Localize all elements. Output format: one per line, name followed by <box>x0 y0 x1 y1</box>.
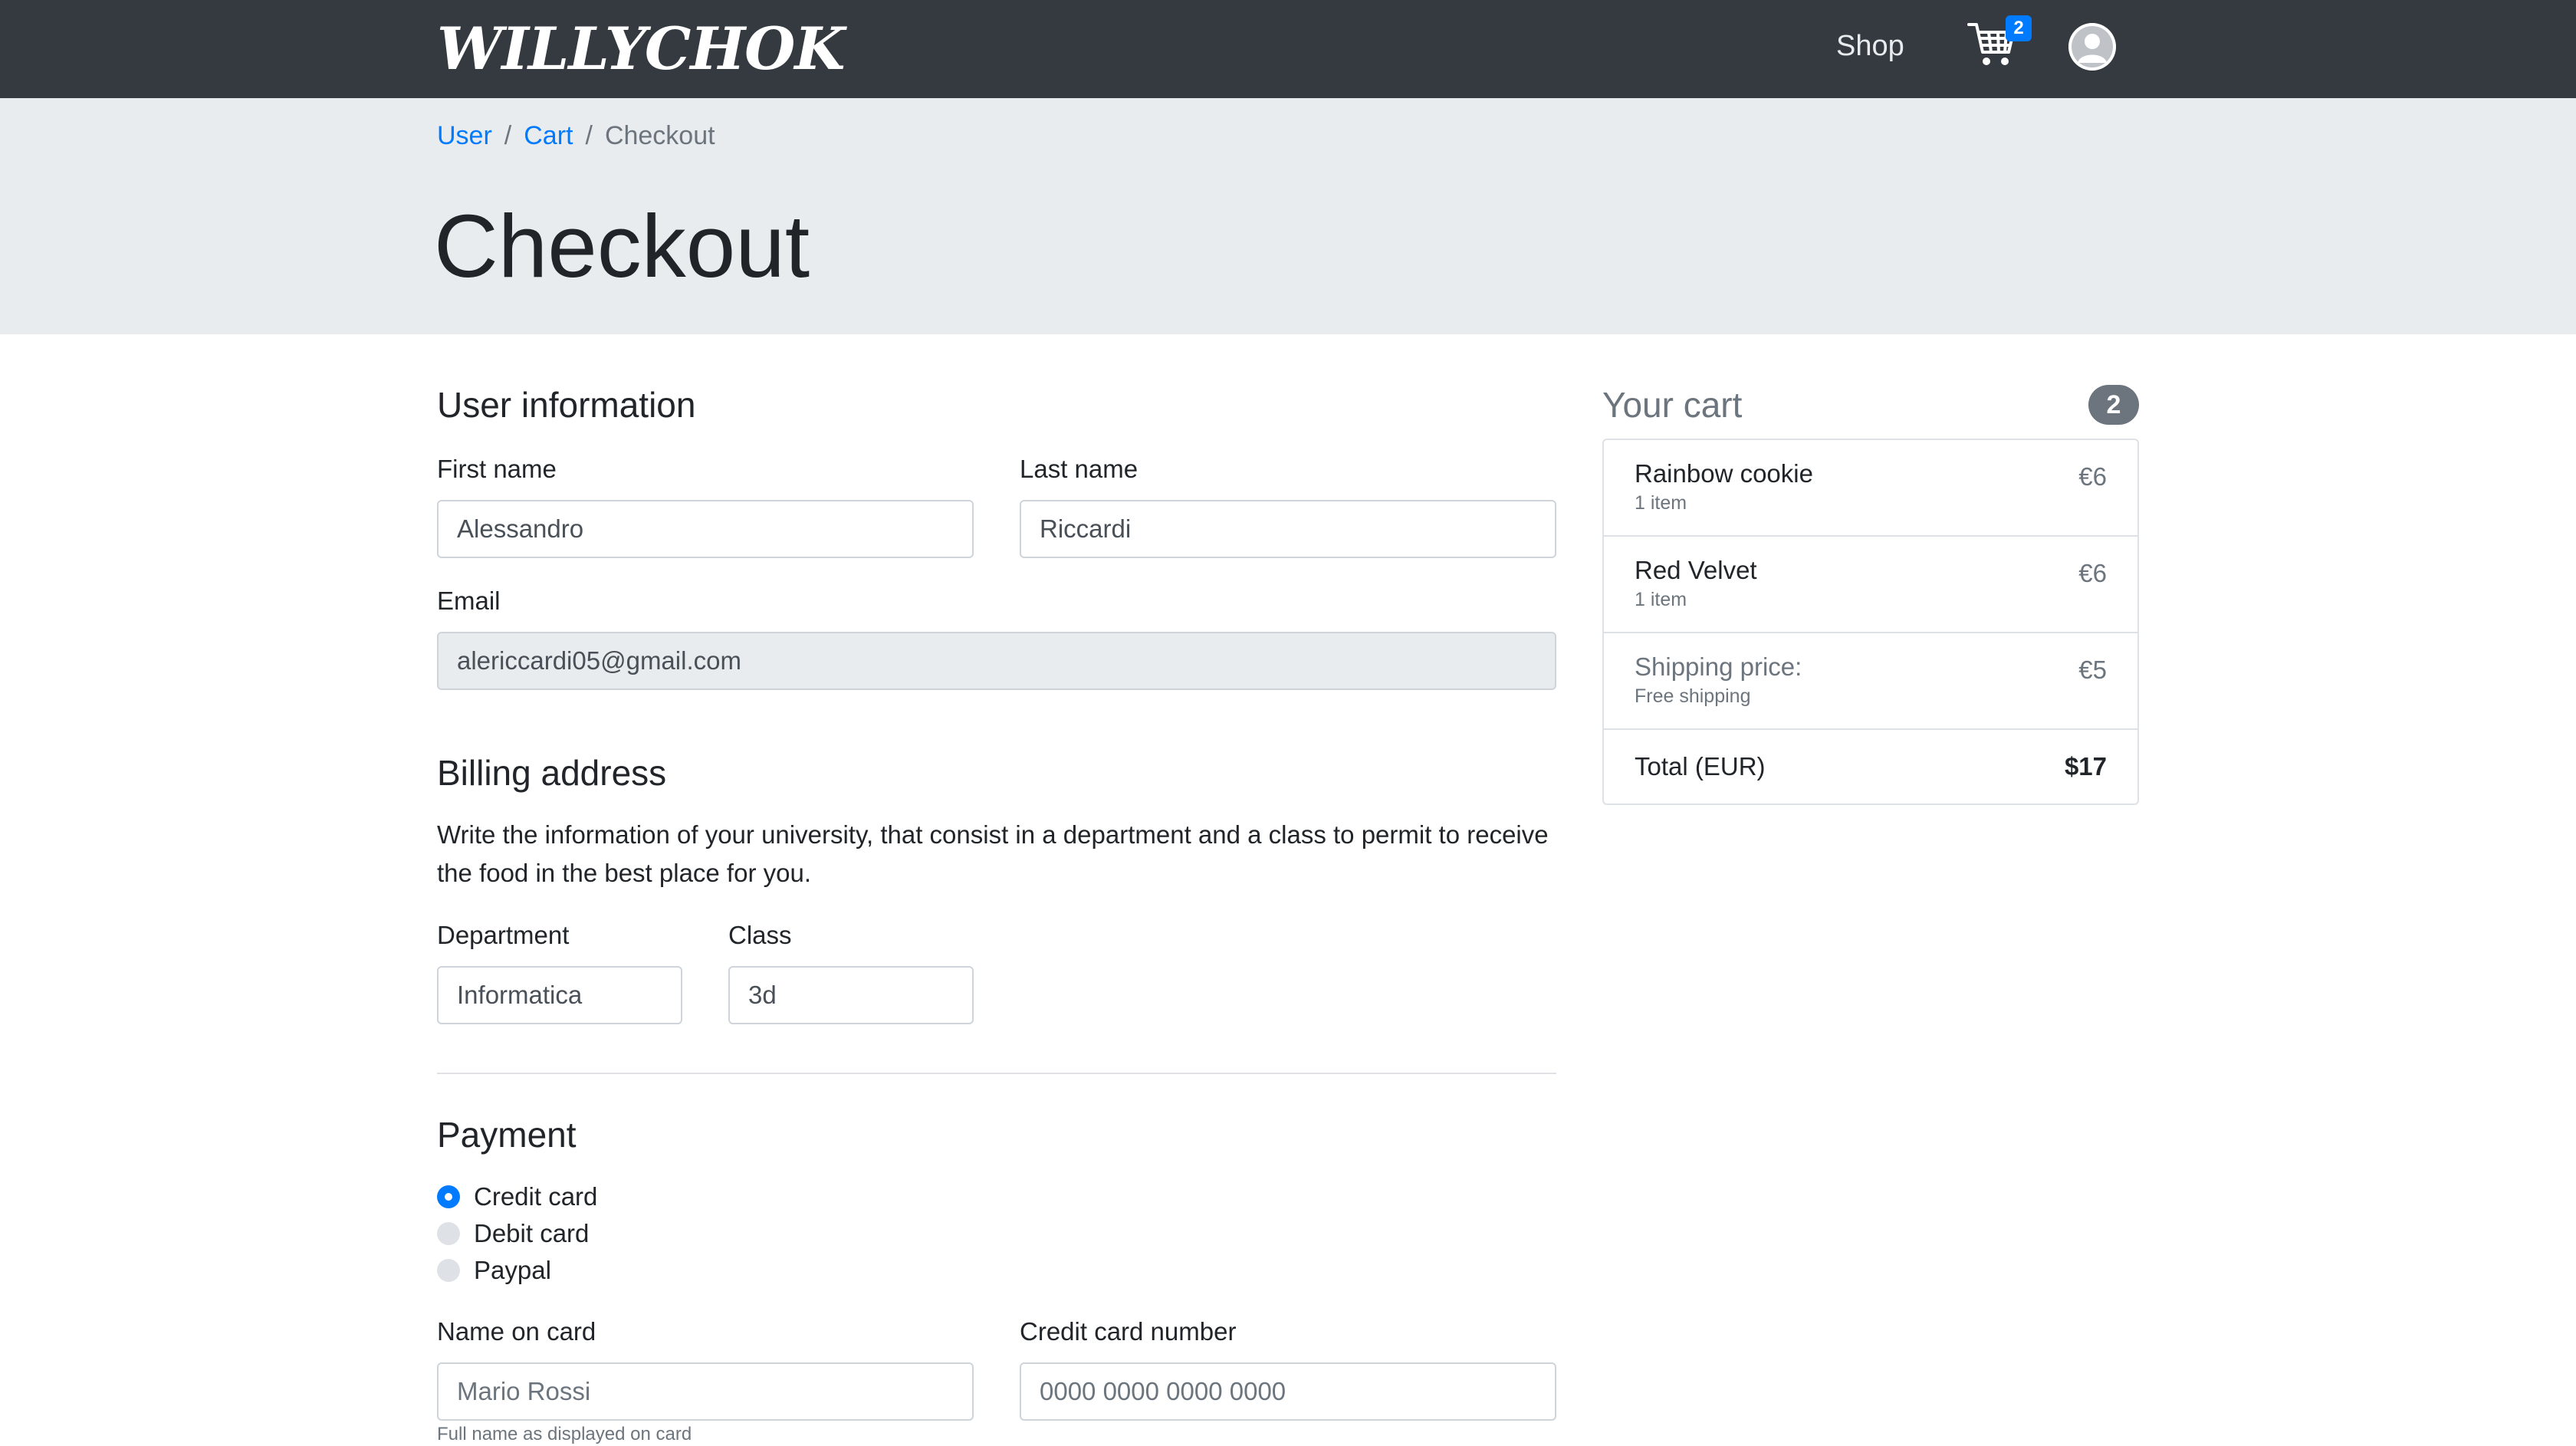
card-number-input[interactable]: 0000 0000 0000 0000 <box>1020 1362 1556 1421</box>
cart-item-qty: 1 item <box>1635 492 1687 514</box>
total-value: $17 <box>2064 752 2107 781</box>
cart-count-pill: 2 <box>2088 385 2139 425</box>
cart-title: Your cart <box>1602 385 1743 425</box>
brand-logo[interactable]: WILLYCHOK <box>437 11 845 87</box>
department-label: Department <box>437 921 570 949</box>
payment-option-debit-card[interactable]: Debit card <box>437 1217 589 1250</box>
payment-option-label: Debit card <box>474 1219 590 1247</box>
breadcrumb-user[interactable]: User <box>437 121 492 150</box>
billing-description: Write the information of your university… <box>437 820 1549 887</box>
user-avatar-icon <box>2068 23 2116 71</box>
class-input[interactable]: 3d <box>728 966 974 1024</box>
page-title: Checkout <box>434 196 810 296</box>
breadcrumb-separator: / <box>504 121 512 150</box>
section-divider <box>437 1073 1556 1074</box>
cart-item-price: €6 <box>2078 462 2107 491</box>
payment-option-paypal[interactable]: Paypal <box>437 1254 551 1287</box>
shipping-note: Free shipping <box>1635 685 1751 707</box>
name-on-card-input[interactable]: Mario Rossi <box>437 1362 974 1421</box>
user-avatar[interactable] <box>2068 23 2116 71</box>
cart-item: Rainbow cookie 1 item €6 <box>1604 440 2137 537</box>
cart-item-price: €6 <box>2078 559 2107 587</box>
class-label: Class <box>728 921 792 949</box>
first-name-label: First name <box>437 455 557 483</box>
card-number-label: Credit card number <box>1020 1317 1237 1346</box>
payment-option-label: Paypal <box>474 1256 551 1284</box>
breadcrumb-separator: / <box>585 121 593 150</box>
billing-title: Billing address <box>437 753 667 793</box>
shipping-label: Shipping price: <box>1635 652 1802 681</box>
cart-item-qty: 1 item <box>1635 589 1687 610</box>
radio-debit-card[interactable] <box>437 1222 460 1245</box>
cart-count-badge: 2 <box>2006 15 2032 41</box>
department-input[interactable]: Informatica <box>437 966 682 1024</box>
breadcrumb-cart[interactable]: Cart <box>524 121 573 150</box>
radio-paypal[interactable] <box>437 1259 460 1282</box>
total-label: Total (EUR) <box>1635 752 1766 781</box>
payment-option-credit-card[interactable]: Credit card <box>437 1180 597 1214</box>
navbar: WILLYCHOK Shop 2 <box>0 0 2576 98</box>
cart-total: Total (EUR) $17 <box>1604 730 2137 804</box>
shipping-price: €5 <box>2078 656 2107 684</box>
cart-item: Red Velvet 1 item €6 <box>1604 537 2137 633</box>
breadcrumb: User / Cart / Checkout <box>437 118 715 153</box>
email-label: Email <box>437 587 501 615</box>
last-name-label: Last name <box>1020 455 1138 483</box>
cart-item-name: Red Velvet <box>1635 556 1757 584</box>
first-name-input[interactable]: Alessandro <box>437 500 974 558</box>
email-field[interactable]: alericcardi05@gmail.com <box>437 632 1556 690</box>
nav-shop-link[interactable]: Shop <box>1836 28 1904 64</box>
name-on-card-label: Name on card <box>437 1317 596 1346</box>
breadcrumb-current: Checkout <box>604 121 715 150</box>
name-on-card-help: Full name as displayed on card <box>437 1424 692 1444</box>
cart-shipping: Shipping price: Free shipping €5 <box>1604 633 2137 730</box>
last-name-input[interactable]: Riccardi <box>1020 500 1556 558</box>
user-info-title: User information <box>437 385 696 425</box>
payment-option-label: Credit card <box>474 1182 598 1211</box>
cart-button[interactable]: 2 <box>1967 15 2036 77</box>
page-header: User / Cart / Checkout Checkout <box>0 98 2576 334</box>
payment-title: Payment <box>437 1115 577 1155</box>
radio-credit-card[interactable] <box>437 1185 460 1208</box>
cart-list: Rainbow cookie 1 item €6 Red Velvet 1 it… <box>1602 439 2139 805</box>
cart-item-name: Rainbow cookie <box>1635 459 1813 488</box>
